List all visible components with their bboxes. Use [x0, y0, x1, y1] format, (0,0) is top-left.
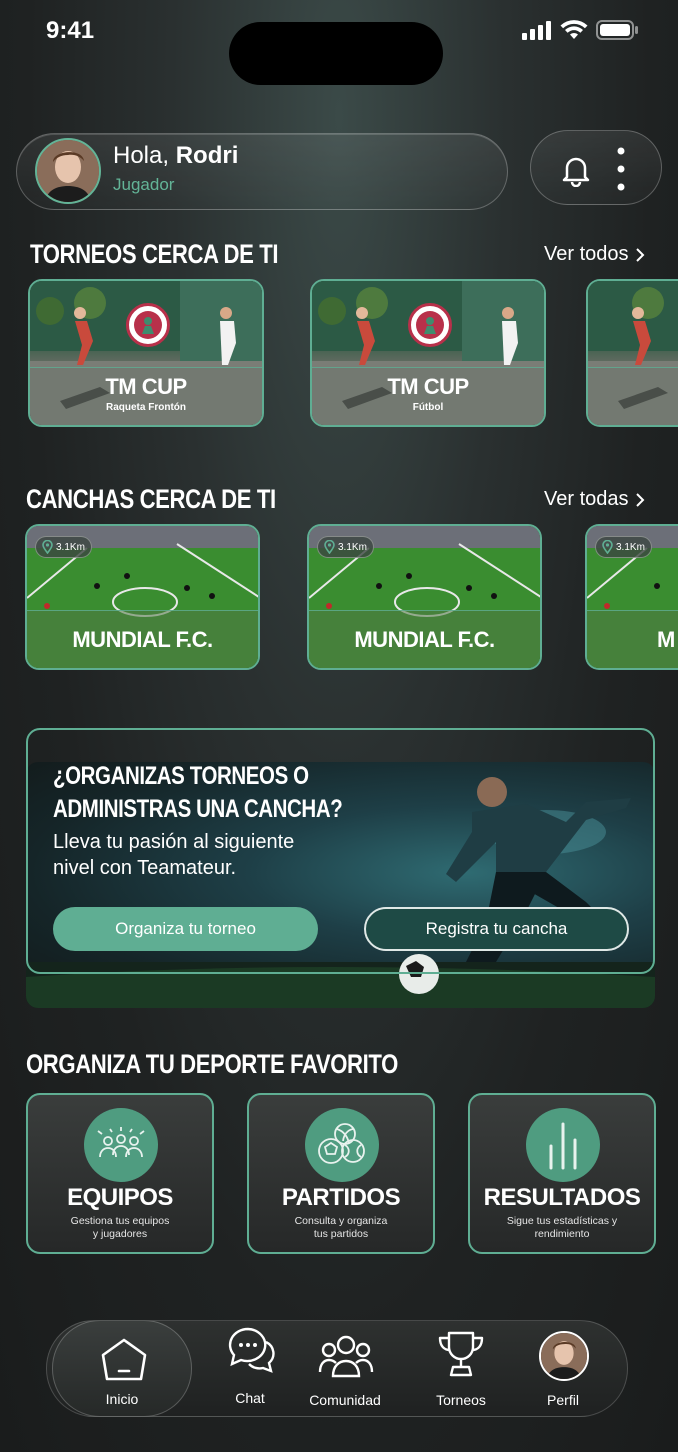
- nav-item-home[interactable]: Inicio: [52, 1320, 192, 1417]
- feature-title: PARTIDOS: [281, 1184, 401, 1211]
- avatar: [539, 1331, 589, 1381]
- location-pin-icon: [324, 540, 335, 554]
- nav-label: Comunidad: [309, 1392, 381, 1408]
- chevron-right-icon: [635, 247, 644, 262]
- see-all-label: Ver todas: [544, 488, 629, 510]
- register-court-button[interactable]: Registra tu cancha: [364, 907, 629, 951]
- status-time: 9:41: [46, 17, 95, 44]
- distance-badge: 3.1Km: [595, 536, 652, 558]
- location-pin-icon: [42, 540, 53, 554]
- results-card[interactable]: RESULTADOS Sigue tus estadísticas y rendi…: [468, 1093, 656, 1254]
- nav-item-community[interactable]: Comunidad: [305, 1324, 385, 1408]
- court-card[interactable]: 3.1Km MUNDIAL F.C.: [307, 524, 542, 670]
- features-title: ORGANIZA TU DEPORTE FAVORITO: [26, 1049, 398, 1079]
- feature-title: RESULTADOS: [483, 1184, 641, 1211]
- court-name: M: [657, 627, 675, 652]
- court-info-band: MUNDIAL F.C.: [309, 610, 540, 668]
- court-name: MUNDIAL F.C.: [354, 627, 495, 652]
- promo-body-line1: Lleva tu pasión al siguiente: [53, 831, 295, 853]
- organize-tournament-button[interactable]: Organiza tu torneo: [53, 907, 318, 951]
- team-logo: [126, 303, 170, 347]
- tournament-card[interactable]: TM CUP Fútbol: [310, 279, 546, 427]
- bar-chart-icon: [526, 1108, 600, 1182]
- team-logo: [408, 303, 452, 347]
- see-all-tournaments-link[interactable]: Ver todos: [544, 243, 645, 266]
- tournament-sport: Raqueta Frontón: [106, 402, 186, 413]
- teams-card[interactable]: EQUIPOS Gestiona tus equipos y jugadores: [26, 1093, 214, 1254]
- courts-title: CANCHAS CERCA DE TI: [26, 484, 276, 514]
- more-vertical-icon[interactable]: [613, 145, 629, 195]
- home-icon: [101, 1338, 147, 1381]
- battery-icon: [596, 20, 638, 40]
- tournament-info-band: TM CUP Fútbol: [312, 367, 544, 425]
- greeting-text: Hola, Rodri: [113, 142, 238, 170]
- distance-badge: 3.1Km: [317, 536, 374, 558]
- promo-title: ¿ORGANIZAS TORNEOS O ADMINISTRAS UNA CAN…: [53, 760, 343, 826]
- wifi-icon: [560, 20, 588, 39]
- subtitle-line1: Consulta y organiza: [294, 1215, 388, 1227]
- status-icons: [522, 20, 638, 40]
- greeting-label: Hola,: [113, 142, 170, 169]
- dynamic-island: [229, 22, 443, 85]
- subtitle-line1: Gestiona tus equipos: [70, 1215, 170, 1227]
- see-all-courts-link[interactable]: Ver todas: [544, 488, 645, 511]
- court-name: MUNDIAL F.C.: [72, 627, 213, 652]
- promo-title-line1: ¿ORGANIZAS TORNEOS O: [53, 762, 309, 790]
- user-role: Jugador: [113, 175, 175, 194]
- subtitle-line1: Sigue tus estadísticas y: [506, 1215, 618, 1227]
- chevron-right-icon: [635, 492, 644, 507]
- nav-item-chat[interactable]: Chat: [220, 1324, 280, 1406]
- community-icon: [318, 1335, 374, 1378]
- header-actions: [530, 130, 662, 205]
- avatar[interactable]: [35, 138, 101, 204]
- balls-icon: [305, 1108, 379, 1182]
- promo-title-line2: ADMINISTRAS UNA CANCHA?: [53, 795, 343, 823]
- distance-value: 3.1Km: [56, 541, 85, 553]
- feature-subtitle: Gestiona tus equipos y jugadores: [38, 1215, 202, 1241]
- promo-body-line2: nivel con Teamateur.: [53, 857, 237, 879]
- nav-label: Perfil: [547, 1392, 579, 1408]
- tournament-card[interactable]: TM CUP Raqueta Frontón: [28, 279, 264, 427]
- tournament-card[interactable]: [586, 279, 678, 427]
- subtitle-line2: y jugadores: [92, 1228, 148, 1240]
- distance-badge: 3.1Km: [35, 536, 92, 558]
- distance-value: 3.1Km: [338, 541, 367, 553]
- location-pin-icon: [602, 540, 613, 554]
- nav-item-tournaments[interactable]: Torneos: [430, 1324, 492, 1408]
- feature-title: EQUIPOS: [67, 1184, 173, 1211]
- tournament-info-band: TM CUP Raqueta Frontón: [30, 367, 262, 425]
- tournament-info-band: [588, 367, 678, 425]
- chat-icon: [228, 1327, 275, 1373]
- feature-subtitle: Consulta y organiza tus partidos: [259, 1215, 423, 1241]
- nav-label: Torneos: [436, 1392, 486, 1408]
- subtitle-line2: tus partidos: [313, 1228, 369, 1240]
- feature-subtitle: Sigue tus estadísticas y rendimiento: [480, 1215, 644, 1241]
- trophy-icon: [438, 1331, 484, 1377]
- nav-item-profile[interactable]: Perfil: [530, 1324, 596, 1408]
- matches-card[interactable]: PARTIDOS Consulta y organiza tus partidos: [247, 1093, 435, 1254]
- signal-icon: [522, 21, 551, 40]
- court-card[interactable]: 3.1Km MUNDIAL F.C.: [25, 524, 260, 670]
- team-icon: [84, 1108, 158, 1182]
- subtitle-line2: rendimiento: [534, 1228, 590, 1240]
- tournament-name: TM CUP: [105, 374, 187, 399]
- court-info-band: M: [587, 610, 678, 668]
- tournaments-title: TORNEOS CERCA DE TI: [30, 239, 279, 269]
- bell-icon[interactable]: [559, 153, 593, 187]
- promo-body: Lleva tu pasión al siguiente nivel con T…: [53, 829, 294, 881]
- nav-label: Chat: [235, 1390, 265, 1406]
- see-all-label: Ver todos: [544, 243, 629, 265]
- tournament-name: TM CUP: [387, 374, 469, 399]
- tournament-sport: Fútbol: [412, 402, 444, 413]
- distance-value: 3.1Km: [616, 541, 645, 553]
- user-name: Rodri: [175, 142, 239, 169]
- court-card[interactable]: 3.1Km M: [585, 524, 678, 670]
- court-info-band: MUNDIAL F.C.: [27, 610, 258, 668]
- nav-label: Inicio: [105, 1391, 139, 1407]
